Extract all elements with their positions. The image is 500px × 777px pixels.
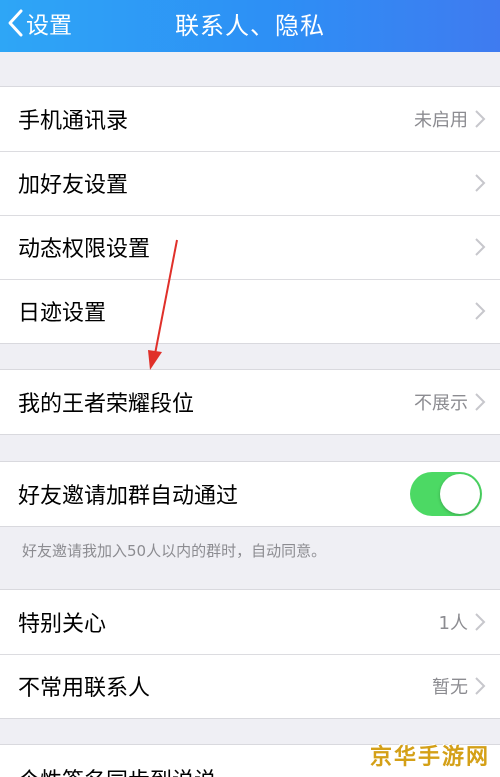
auto-accept-group: 好友邀请加群自动通过 [0,461,500,527]
toggle-knob [440,474,480,514]
row-add-friend-settings[interactable]: 加好友设置 [0,151,500,215]
game-rank-group: 我的王者荣耀段位 不展示 [0,369,500,435]
row-special-care[interactable]: 特别关心 1人 [0,590,500,654]
auto-accept-toggle[interactable] [410,472,482,516]
chevron-right-icon [475,393,486,411]
site-watermark: 京华手游网 [369,745,490,770]
row-label: 加好友设置 [18,173,129,198]
chevron-right-icon [475,174,486,192]
row-label: 我的王者荣耀段位 [18,392,195,417]
page-title: 联系人、隐私 [175,11,325,40]
row-value: 不展示 [414,393,468,414]
chevron-right-icon [475,302,486,320]
row-label: 不常用联系人 [18,676,151,701]
row-value: 未启用 [414,110,468,131]
chevron-right-icon [475,110,486,128]
row-label: 动态权限设置 [18,237,151,262]
row-daily-trace-settings[interactable]: 日迹设置 [0,279,500,343]
row-label: 手机通讯录 [18,109,129,134]
row-infrequent-contacts[interactable]: 不常用联系人 暂无 [0,654,500,718]
chevron-right-icon [475,677,486,695]
row-label: 特别关心 [18,612,107,637]
row-label: 好友邀请加群自动通过 [18,484,239,509]
contacts-settings-group: 手机通讯录 未启用 加好友设置 动态权限设置 日迹设置 [0,86,500,344]
row-honor-of-kings-rank[interactable]: 我的王者荣耀段位 不展示 [0,370,500,434]
special-contacts-group: 特别关心 1人 不常用联系人 暂无 [0,589,500,719]
row-value: 1人 [438,613,468,634]
row-feed-permissions[interactable]: 动态权限设置 [0,215,500,279]
row-phone-contacts[interactable]: 手机通讯录 未启用 [0,87,500,151]
row-value: 暂无 [432,677,468,698]
chevron-right-icon [475,613,486,631]
auto-accept-footnote: 好友邀请我加入50人以内的群时，自动同意。 [22,542,327,560]
navigation-bar: 设置 联系人、隐私 [0,0,500,52]
row-label: 日迹设置 [18,301,107,326]
row-auto-accept-group-invites: 好友邀请加群自动通过 [0,462,500,526]
chevron-right-icon [475,238,486,256]
row-label: 个性签名同步到说说 [18,763,216,777]
